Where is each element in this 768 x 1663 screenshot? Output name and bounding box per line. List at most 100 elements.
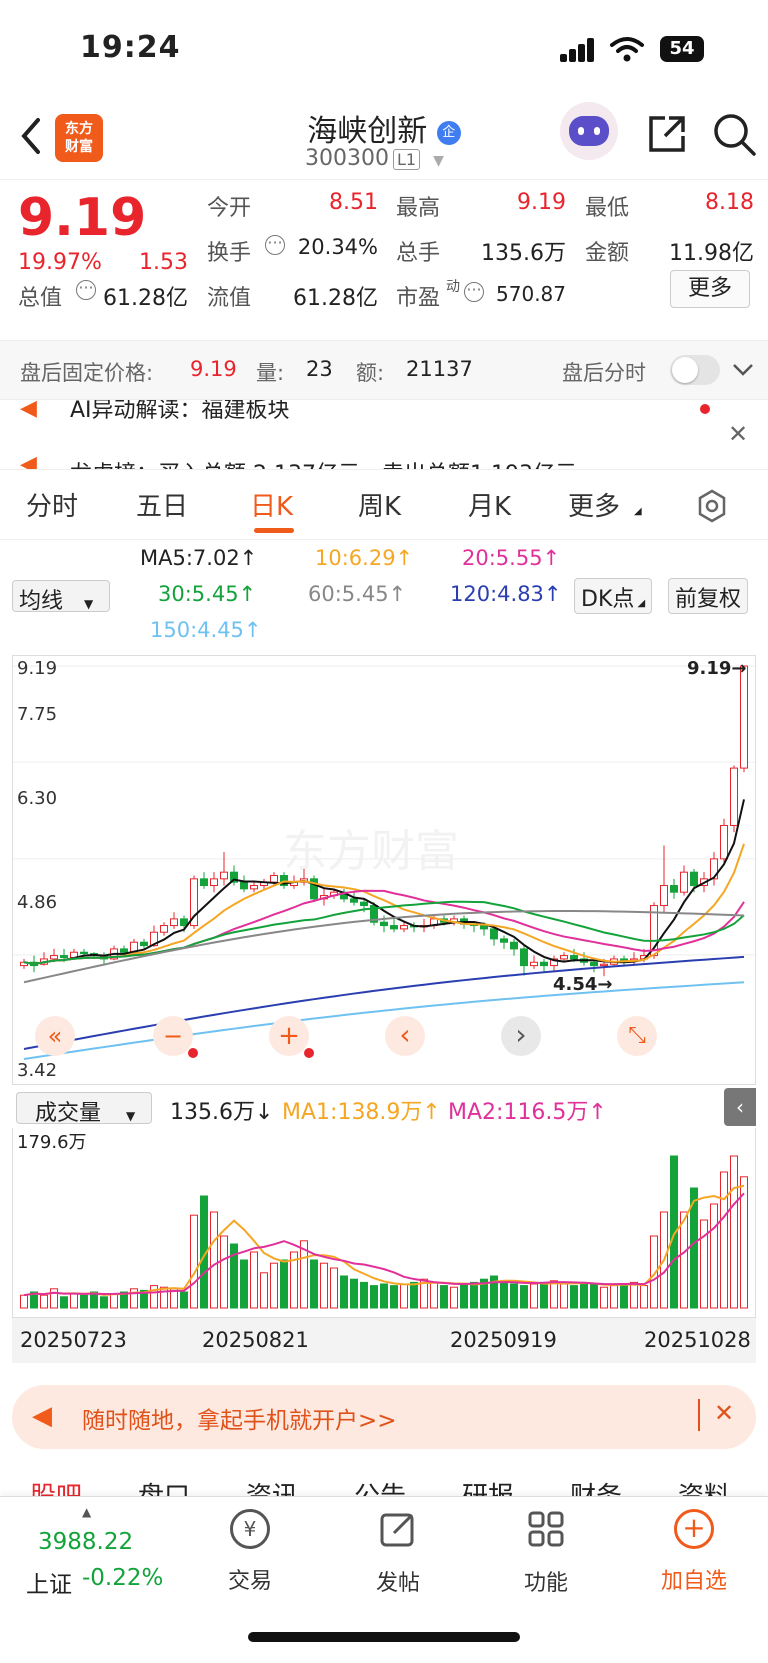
info-icon[interactable]: ··· [464, 282, 484, 302]
after-hours-price: 9.19 [190, 357, 237, 381]
volume-bar [600, 1286, 608, 1309]
zoom-in-button[interactable]: + [269, 1016, 309, 1056]
tab-daily-k[interactable]: 日K [250, 486, 293, 523]
chevron-down-icon[interactable] [732, 363, 754, 377]
volume-max-label: 179.6万 [17, 1132, 87, 1153]
open-label: 今开 [207, 196, 252, 221]
megaphone-icon: ◀ [20, 400, 37, 421]
float-value: 61.28亿 [293, 286, 378, 311]
date-label: 20251028 [644, 1328, 751, 1352]
news-ticker[interactable]: ◀ AI异动解读：福建板块 ✕ ◀ 龙虎榜：买入总额 2.137亿元，卖出总额1… [0, 400, 768, 470]
tab-more[interactable]: 更多 [568, 486, 620, 523]
nav-add-watchlist[interactable]: + 加自选 [634, 1509, 754, 1595]
min-price-label: 4.54→ [553, 974, 613, 995]
robot-icon [569, 116, 609, 146]
volume-chart[interactable]: 179.6万 [12, 1128, 756, 1318]
promo-text: 随时随地，拿起手机就开户>> [82, 1408, 397, 1434]
ma120-text: 120:4.83↑ [450, 582, 562, 606]
volume-value: 135.6万 [481, 241, 566, 266]
info-icon[interactable]: ··· [265, 235, 285, 255]
subtab-pankou[interactable]: 盘口 [138, 1476, 190, 1496]
dk-label: DK点 [581, 587, 635, 612]
candle-body [480, 925, 488, 930]
index-widget[interactable]: ▲ 3988.22 上证 -0.22% [16, 1505, 176, 1598]
candle-body [600, 963, 608, 967]
nav-post[interactable]: 发帖 [338, 1509, 458, 1597]
vol-ma1: MA1:138.9万↑ [282, 1100, 441, 1125]
more-arrow-icon: ◢ [634, 506, 642, 517]
volume-bar [570, 1285, 578, 1309]
pan-left-button[interactable]: ‹ [385, 1016, 425, 1056]
y-tick: 3.42 [17, 1060, 58, 1081]
subtab-profile[interactable]: 资料 [678, 1476, 730, 1496]
after-hours-amt-label: 额: [356, 361, 385, 385]
vol-ma2-line [23, 1192, 745, 1297]
volume-header: 成交量 ▼ 135.6万↓ MA1:138.9万↑ MA2:116.5万↑ ‹ [0, 1088, 768, 1128]
volume-bar [440, 1285, 448, 1309]
stock-code-row[interactable]: 300300 L1 ▼ [305, 146, 444, 171]
subtab-guba[interactable]: 股吧 [30, 1476, 82, 1496]
fullscreen-button[interactable]: ⤡ [617, 1016, 657, 1056]
search-icon[interactable] [712, 112, 758, 158]
tab-weekly-k[interactable]: 周K [358, 486, 401, 523]
volume-value: 135.6万↓ [170, 1100, 274, 1125]
turnover-value: 20.34% [297, 235, 378, 259]
after-hours-toggle[interactable] [670, 355, 720, 385]
robot-avatar[interactable] [560, 102, 618, 160]
dropdown-icon: ▼ [433, 153, 444, 169]
nav-function[interactable]: 功能 [486, 1509, 606, 1597]
tab-monthly-k[interactable]: 月K [468, 486, 511, 523]
adjust-button[interactable]: 前复权 [668, 578, 749, 614]
candle-body [500, 938, 508, 943]
subtab-news[interactable]: 资讯 [246, 1476, 298, 1496]
promo-banner[interactable]: ◀ 随时随地，拿起手机就开户>> ✕ [12, 1385, 756, 1449]
tab-five-day[interactable]: 五日 [136, 486, 188, 523]
subtab-research[interactable]: 研报 [462, 1476, 514, 1496]
tab-intraday[interactable]: 分时 [26, 486, 78, 523]
ma10-text: 10:6.29↑ [315, 546, 414, 570]
candle-body [670, 885, 678, 893]
more-button[interactable]: 更多 [670, 270, 750, 308]
collapse-panel-button[interactable]: ‹ [724, 1088, 756, 1126]
dk-point-button[interactable]: DK点 ◢ [574, 578, 653, 614]
gear-icon[interactable] [694, 488, 730, 524]
pan-right-button[interactable]: › [501, 1016, 541, 1056]
volume-bar [580, 1281, 588, 1309]
subtab-finance[interactable]: 财务 [570, 1476, 622, 1496]
candle-body [220, 871, 228, 880]
volume-bar [380, 1283, 388, 1309]
volume-bar [280, 1259, 288, 1309]
info-icon[interactable]: ··· [76, 280, 96, 300]
volume-bar [590, 1283, 598, 1309]
nav-trade[interactable]: ¥ 交易 [190, 1509, 310, 1595]
low-label: 最低 [585, 196, 630, 221]
close-icon[interactable]: ✕ [714, 1399, 734, 1427]
candle-body [400, 925, 408, 930]
change-pct: 19.97% [18, 250, 102, 275]
high-value: 9.19 [517, 190, 566, 215]
volume-bar [450, 1286, 458, 1309]
share-icon[interactable] [645, 112, 689, 156]
open-value: 8.51 [329, 190, 378, 215]
volume-bar [110, 1293, 118, 1309]
close-icon[interactable]: ✕ [728, 420, 748, 448]
ma20-text: 20:5.55↑ [462, 546, 561, 570]
volume-bar [330, 1267, 338, 1309]
zoom-back-button[interactable]: « [35, 1016, 75, 1056]
volume-bar [340, 1275, 348, 1309]
volume-bar [630, 1281, 638, 1309]
date-axis: 20250723 20250821 20250919 20251028 [12, 1318, 756, 1363]
volume-bar [160, 1286, 168, 1309]
subtab-notice[interactable]: 公告 [354, 1476, 406, 1496]
candle-body [720, 824, 728, 860]
ma60-text: 60:5.45↑ [308, 582, 407, 606]
vol-ma2: MA2:116.5万↑ [448, 1100, 607, 1125]
more-arrow-icon: ◢ [634, 598, 646, 609]
nav-watch-label: 加自选 [660, 1569, 727, 1594]
indicator-selector[interactable]: 成交量 ▼ [16, 1092, 152, 1126]
ma-selector[interactable]: 均线 ▼ [12, 580, 110, 614]
kline-chart[interactable]: 东方财富 9.19 7.75 6.30 4.86 3.42 9.19→ 4.54… [12, 655, 757, 1085]
content-subtabs: 股吧 盘口 资讯 公告 研报 财务 资料 [0, 1460, 768, 1496]
candle-body [250, 885, 258, 890]
zoom-out-button[interactable]: − [153, 1016, 193, 1056]
